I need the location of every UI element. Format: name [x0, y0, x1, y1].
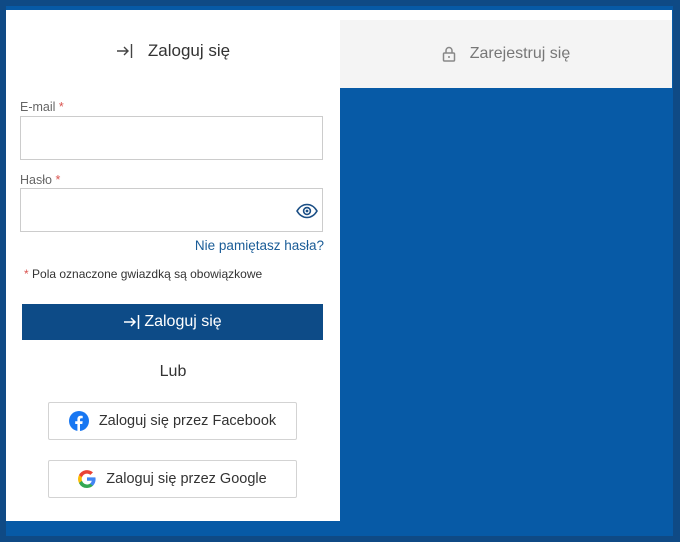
- password-label: Hasło *: [20, 173, 61, 187]
- google-icon: [78, 470, 96, 488]
- password-input[interactable]: [20, 188, 323, 232]
- login-submit-label: Zaloguj się: [144, 313, 222, 330]
- forgot-password-link[interactable]: Nie pamiętasz hasła?: [195, 238, 324, 253]
- email-label: E-mail *: [20, 100, 64, 114]
- sign-in-arrow-icon: [123, 314, 141, 330]
- google-login-button[interactable]: Zaloguj się przez Google: [48, 460, 297, 498]
- sign-in-arrow-icon: [116, 43, 134, 59]
- tab-login-label: Zaloguj się: [147, 41, 231, 60]
- email-input[interactable]: [20, 116, 323, 160]
- or-divider: Lub: [159, 363, 187, 380]
- tab-register[interactable]: Zarejestruj się: [340, 20, 672, 88]
- google-login-label: Zaloguj się przez Google: [106, 471, 267, 487]
- facebook-login-label: Zaloguj się przez Facebook: [98, 413, 277, 429]
- eye-icon[interactable]: [296, 203, 318, 219]
- required-marker: *: [58, 100, 64, 114]
- login-submit-button[interactable]: Zaloguj się: [22, 304, 323, 340]
- tab-register-label: Zarejestruj się: [469, 45, 571, 62]
- required-fields-note: * Pola oznaczone gwiazdką są obowiązkowe: [24, 267, 263, 281]
- lock-icon: [442, 46, 456, 62]
- facebook-login-button[interactable]: Zaloguj się przez Facebook: [48, 402, 297, 440]
- login-panel: Zaloguj się E-mail * Hasło * Nie pamięta…: [6, 10, 340, 521]
- register-tab-top-border: [340, 10, 672, 20]
- required-marker: *: [55, 173, 61, 187]
- facebook-icon: [68, 411, 89, 431]
- tab-login[interactable]: Zaloguj się: [6, 36, 340, 66]
